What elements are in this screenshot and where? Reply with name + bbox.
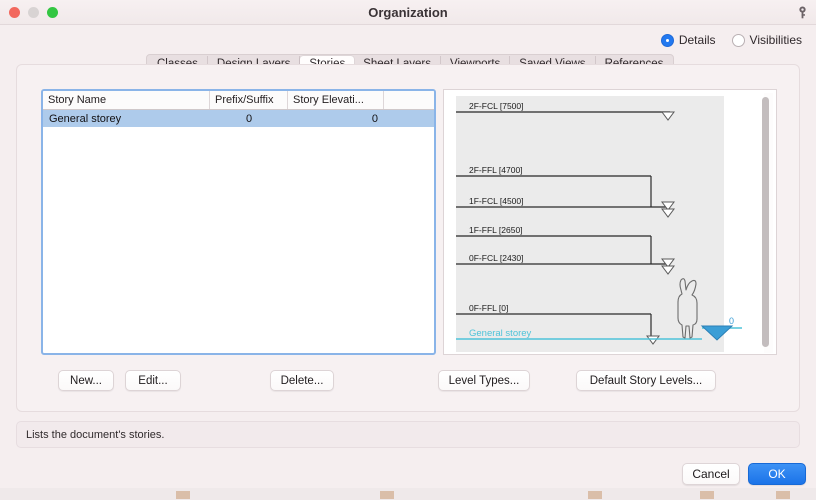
radio-visibilities-label: Visibilities: [749, 33, 802, 47]
story-levels-preview[interactable]: 2F-FCL [7500] 2F-FFL [4700] 1F-FCL [4500…: [443, 89, 777, 355]
radio-details-label: Details: [678, 33, 716, 47]
window-title: Organization: [368, 5, 448, 20]
level-label-0f-ffl: 0F-FFL [0]: [469, 303, 508, 313]
table-row[interactable]: General storey 0 0: [43, 110, 434, 127]
column-header-prefix-suffix[interactable]: Prefix/Suffix: [210, 91, 288, 109]
cell-extra: [384, 110, 434, 127]
level-label-1f-ffl: 1F-FFL [2650]: [469, 225, 523, 235]
level-label-0f-fcl: 0F-FCL [2430]: [469, 253, 524, 263]
cell-story-elevation: 0: [371, 112, 378, 125]
radio-visibilities[interactable]: Visibilities: [731, 33, 802, 47]
column-header-story-elevation[interactable]: Story Elevati...: [288, 91, 384, 109]
ok-button[interactable]: OK: [748, 463, 806, 485]
edit-button[interactable]: Edit...: [125, 370, 181, 391]
stories-table[interactable]: Story Name Prefix/Suffix Story Elevati..…: [41, 89, 436, 355]
organization-dialog: Organization Details Visibilities Classe…: [0, 0, 816, 500]
level-label-1f-fcl: 1F-FCL [4500]: [469, 196, 524, 206]
view-mode-radio-group: Details Visibilities: [660, 33, 802, 47]
delete-button[interactable]: Delete...: [270, 370, 334, 391]
selected-story-label: General storey: [469, 328, 532, 339]
ground-marker-value: 0: [729, 316, 734, 326]
cancel-button[interactable]: Cancel: [682, 463, 740, 485]
preview-scrollbar-thumb[interactable]: [762, 97, 769, 347]
table-header-row: Story Name Prefix/Suffix Story Elevati..…: [43, 91, 434, 110]
elevation-diagram: 2F-FCL [7500] 2F-FFL [4700] 1F-FCL [4500…: [456, 96, 742, 352]
background-app-strip: [0, 488, 816, 500]
help-key-icon[interactable]: [794, 4, 810, 20]
column-header-extra[interactable]: [384, 91, 434, 109]
level-label-2f-fcl: 2F-FCL [7500]: [469, 101, 524, 111]
radio-details[interactable]: Details: [660, 33, 716, 47]
status-message: Lists the document's stories.: [26, 428, 165, 441]
status-bar: Lists the document's stories.: [16, 421, 800, 448]
default-story-levels-button[interactable]: Default Story Levels...: [576, 370, 716, 391]
cell-prefix-suffix: 0: [245, 112, 253, 125]
window-titlebar: Organization: [0, 0, 816, 25]
column-header-story-name[interactable]: Story Name: [43, 91, 210, 109]
level-label-2f-ffl: 2F-FFL [4700]: [469, 165, 523, 175]
radio-visibilities-mark: [731, 33, 745, 47]
radio-details-mark: [660, 33, 674, 47]
preview-scrollbar-track[interactable]: [762, 93, 773, 353]
cell-story-name: General storey: [49, 112, 122, 125]
stories-panel: Story Name Prefix/Suffix Story Elevati..…: [16, 64, 800, 412]
new-button[interactable]: New...: [58, 370, 114, 391]
level-types-button[interactable]: Level Types...: [438, 370, 530, 391]
